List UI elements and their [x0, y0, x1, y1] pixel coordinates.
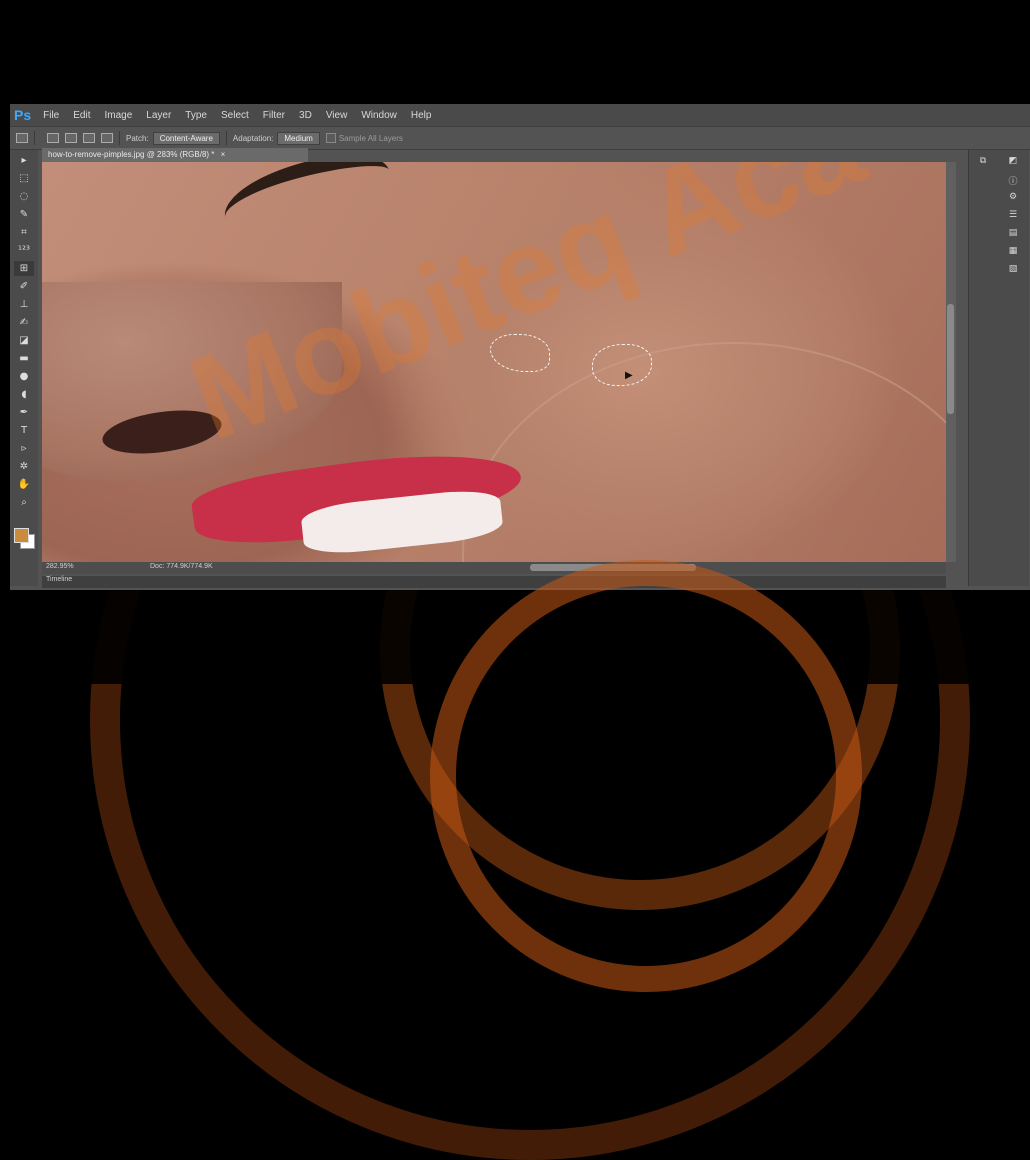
menu-image[interactable]: Image — [104, 110, 132, 121]
subtract-from-selection-icon[interactable] — [83, 133, 95, 143]
document-tab-title: how-to-remove-pimples.jpg @ 283% (RGB/8)… — [48, 150, 215, 159]
patch-mode-select[interactable]: Content-Aware — [152, 131, 220, 145]
panel-column-collapsed: ⧉ — [969, 150, 997, 586]
dodge-tool-icon[interactable]: ◖ — [14, 387, 34, 402]
menu-select[interactable]: Select — [221, 110, 249, 121]
marquee-tool-icon[interactable]: ⬚ — [14, 171, 34, 186]
history-panel-icon[interactable]: ⧉ — [976, 156, 990, 168]
timeline-tab[interactable]: Timeline — [46, 576, 72, 583]
info-panel-icon[interactable]: ⓘ — [1006, 174, 1020, 187]
patch-tool-preset-icon[interactable] — [16, 133, 28, 143]
properties-panel-icon[interactable]: ☰ — [1006, 210, 1020, 222]
tools-panel: ▸ ⬚ ◌ ✎ ⌗ ¹²³ ⊞ ✐ ⊥ ✍ ◪ ▬ ● ◖ ✒ T ▹ ✲ ✋ … — [10, 150, 38, 586]
options-divider — [34, 131, 35, 145]
right-panels-dock: ⧉ ◩ ⓘ ⚙ ☰ ▤ ▦ ▧ — [968, 150, 1029, 586]
color-panel-icon[interactable]: ◩ — [1006, 156, 1020, 168]
adaptation-select[interactable]: Medium — [277, 131, 320, 145]
adaptation-label: Adaptation: — [232, 133, 274, 143]
doc-size-info[interactable]: Doc: 774.9K/774.9K — [150, 563, 213, 570]
clone-stamp-tool-icon[interactable]: ⊥ — [14, 297, 34, 312]
channels-panel-icon[interactable]: ▦ — [1006, 246, 1020, 258]
eraser-tool-icon[interactable]: ◪ — [14, 333, 34, 348]
layers-panel-icon[interactable]: ▤ — [1006, 228, 1020, 240]
path-select-tool-icon[interactable]: ▹ — [14, 441, 34, 456]
menu-type[interactable]: Type — [185, 110, 207, 121]
intersect-selection-icon[interactable] — [101, 133, 113, 143]
patch-selection-target[interactable] — [592, 344, 652, 386]
move-tool-icon[interactable]: ▸ — [14, 153, 34, 168]
type-tool-icon[interactable]: T — [14, 423, 34, 438]
menu-edit[interactable]: Edit — [73, 110, 90, 121]
sample-all-layers-label: Sample All Layers — [338, 133, 403, 143]
add-to-selection-icon[interactable] — [65, 133, 77, 143]
foreground-color-swatch[interactable] — [14, 528, 29, 543]
options-bar: Patch: Content-Aware Adaptation: Medium … — [10, 126, 1030, 150]
brush-tool-icon[interactable]: ✐ — [14, 279, 34, 294]
photoshop-window: Ps File Edit Image Layer Type Select Fil… — [10, 104, 1030, 590]
menu-view[interactable]: View — [326, 110, 348, 121]
close-icon[interactable]: × — [221, 150, 226, 159]
panel-column-icons: ◩ ⓘ ⚙ ☰ ▤ ▦ ▧ — [999, 150, 1027, 586]
hand-tool-icon[interactable]: ✋ — [14, 477, 34, 492]
crop-tool-icon[interactable]: ⌗ — [14, 225, 34, 240]
adjustments-panel-icon[interactable]: ⚙ — [1006, 192, 1020, 204]
sample-all-layers-checkbox[interactable] — [325, 133, 336, 143]
paths-panel-icon[interactable]: ▧ — [1006, 264, 1020, 276]
video-frame: Ps File Edit Image Layer Type Select Fil… — [0, 0, 1030, 1160]
quick-select-tool-icon[interactable]: ✎ — [14, 207, 34, 222]
timeline-panel: Timeline — [42, 576, 946, 588]
ps-logo: Ps — [14, 107, 32, 123]
menu-bar: Ps File Edit Image Layer Type Select Fil… — [10, 104, 1030, 126]
options-divider — [119, 131, 120, 145]
lasso-tool-icon[interactable]: ◌ — [14, 189, 34, 204]
watermark-ring-bottom — [430, 560, 862, 992]
cursor-arrow-icon: ▶ — [625, 370, 633, 381]
document-tab[interactable]: how-to-remove-pimples.jpg @ 283% (RGB/8)… — [42, 148, 308, 162]
shape-tool-icon[interactable]: ✲ — [14, 459, 34, 474]
patch-label: Patch: — [126, 133, 149, 143]
pen-tool-icon[interactable]: ✒ — [14, 405, 34, 420]
menu-layer[interactable]: Layer — [146, 110, 171, 121]
menu-filter[interactable]: Filter — [263, 110, 285, 121]
zoom-tool-icon[interactable]: ⌕ — [14, 495, 34, 510]
vertical-scrollbar[interactable] — [946, 162, 956, 562]
history-brush-tool-icon[interactable]: ✍ — [14, 315, 34, 330]
patch-tool-icon[interactable]: ⊞ — [14, 261, 34, 276]
eyedropper-tool-icon[interactable]: ¹²³ — [14, 243, 34, 258]
menu-3d[interactable]: 3D — [299, 110, 312, 121]
menu-file[interactable]: File — [43, 110, 59, 121]
vertical-scroll-thumb[interactable] — [947, 304, 954, 414]
document-canvas[interactable]: Mobiteq Aca ▶ — [42, 162, 946, 562]
menu-help[interactable]: Help — [411, 110, 432, 121]
new-selection-icon[interactable] — [47, 133, 59, 143]
options-divider — [225, 131, 227, 145]
gradient-tool-icon[interactable]: ▬ — [14, 351, 34, 366]
menu-window[interactable]: Window — [361, 110, 397, 121]
blur-tool-icon[interactable]: ● — [14, 369, 34, 384]
zoom-level[interactable]: 282.95% — [46, 563, 74, 570]
status-and-scroll-bar: 282.95% Doc: 774.9K/774.9K — [42, 562, 946, 574]
